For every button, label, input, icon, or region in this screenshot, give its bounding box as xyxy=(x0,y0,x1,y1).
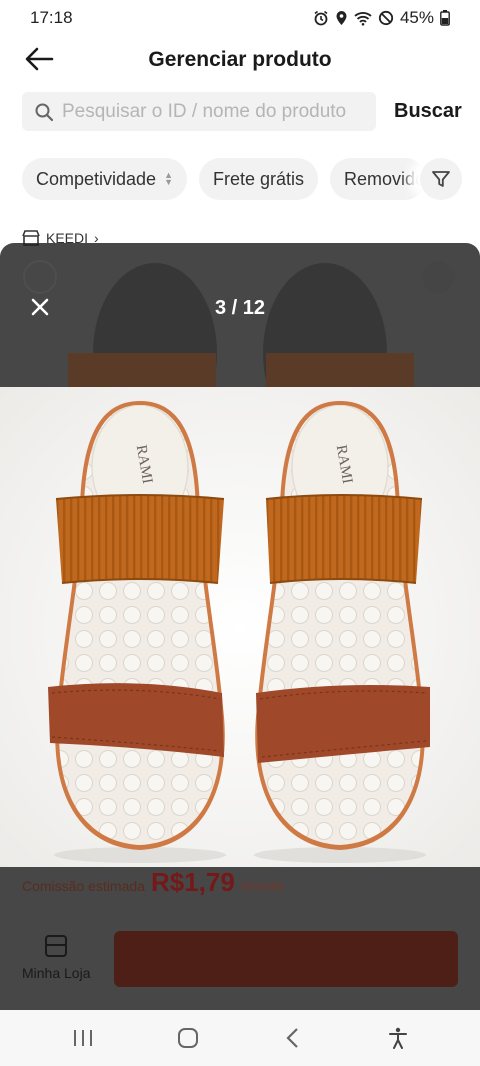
commission-row: Comissão estimada R$1,79 6%OM xyxy=(22,867,284,898)
store-tab-icon xyxy=(45,935,68,957)
battery-icon xyxy=(440,10,450,26)
home-icon xyxy=(177,1028,198,1048)
wifi-icon xyxy=(354,12,372,26)
chip-label: Frete grátis xyxy=(213,168,305,189)
sort-icon: ▲ ▼ xyxy=(164,170,173,187)
page-title: Gerenciar produto xyxy=(148,48,332,71)
chip-label: Competividade xyxy=(36,168,157,189)
filter-icon xyxy=(432,171,450,187)
chip-frete-gratis[interactable]: Frete grátis xyxy=(199,158,319,200)
status-bar: 17:18 45% xyxy=(0,0,480,36)
commission-value: R$1,79 xyxy=(150,867,235,897)
image-counter: 3 / 12 xyxy=(214,297,266,319)
accessibility-icon xyxy=(388,1027,407,1049)
chip-competitividade[interactable]: Competividade ▲ ▼ xyxy=(22,158,187,200)
commission-rate: 6%OM xyxy=(240,878,284,894)
recents-icon xyxy=(73,1030,92,1046)
product-image[interactable]: RAMI RAMI xyxy=(0,387,480,867)
my-store-label: Minha Loja xyxy=(22,965,91,981)
chip-removido[interactable]: Removido xyxy=(330,158,427,200)
arrow-left-icon xyxy=(25,47,54,71)
header: Gerenciar produto xyxy=(0,36,480,84)
accessibility-button[interactable] xyxy=(368,1018,428,1058)
status-icons: 45% xyxy=(313,8,450,28)
alarm-icon xyxy=(314,10,328,26)
battery-percent: 45% xyxy=(399,8,434,27)
search-input[interactable] xyxy=(62,100,362,123)
search-box[interactable] xyxy=(22,92,376,131)
chevron-left-icon xyxy=(285,1028,298,1048)
back-button[interactable] xyxy=(22,44,56,74)
filter-row: Competividade ▲ ▼ Frete grátis Removido xyxy=(22,158,480,200)
image-viewer-overlay: 3 / 12 RAMI RAMI Comissão estimada R$1,7… xyxy=(0,243,480,1010)
status-time: 17:18 xyxy=(30,8,73,27)
my-store-tab[interactable]: Minha Loja xyxy=(22,933,91,981)
commission-label: Comissão estimada xyxy=(22,878,145,894)
chip-label: Removido xyxy=(344,168,426,189)
system-nav-bar xyxy=(0,1010,480,1066)
back-nav-button[interactable] xyxy=(263,1018,323,1058)
search-icon xyxy=(35,103,54,121)
search-button[interactable]: Buscar xyxy=(394,100,462,123)
recents-button[interactable] xyxy=(53,1018,113,1058)
home-button[interactable] xyxy=(158,1018,218,1058)
location-icon xyxy=(336,11,347,25)
filter-button[interactable] xyxy=(420,158,462,200)
search-row: Buscar xyxy=(22,92,462,131)
primary-action-button[interactable] xyxy=(114,931,458,987)
blocked-icon xyxy=(378,10,394,26)
